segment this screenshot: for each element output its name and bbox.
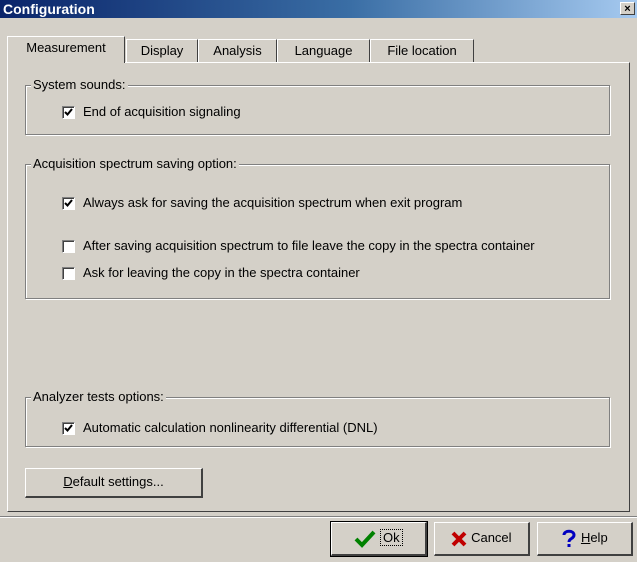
checkmark-icon bbox=[354, 530, 376, 548]
tab-measurement[interactable]: Measurement bbox=[7, 36, 125, 63]
system-sounds-title: System sounds: bbox=[31, 77, 128, 93]
cancel-button[interactable]: Cancel bbox=[434, 522, 530, 556]
checkmark-icon bbox=[64, 199, 73, 207]
tab-analysis[interactable]: Analysis bbox=[198, 39, 277, 62]
tab-language[interactable]: Language bbox=[277, 39, 370, 62]
close-icon: × bbox=[624, 3, 631, 15]
checkbox-box[interactable] bbox=[62, 422, 75, 435]
checkmark-icon bbox=[64, 108, 73, 116]
checkbox-box[interactable] bbox=[62, 106, 75, 119]
ok-button[interactable]: Ok bbox=[330, 521, 428, 557]
checkbox-box[interactable] bbox=[62, 267, 75, 280]
close-button[interactable]: × bbox=[620, 2, 635, 15]
x-icon bbox=[452, 531, 467, 546]
checkbox-box[interactable] bbox=[62, 197, 75, 210]
default-settings-button[interactable]: Default settings... bbox=[25, 468, 203, 498]
acquisition-saving-group: Acquisition spectrum saving option: Alwa… bbox=[25, 156, 610, 299]
checkbox-label: After saving acquisition spectrum to fil… bbox=[83, 238, 535, 253]
checkmark-icon bbox=[64, 424, 73, 432]
help-button[interactable]: Help bbox=[537, 522, 633, 556]
footer-separator bbox=[0, 516, 637, 518]
checkbox-label: Automatic calculation nonlinearity diffe… bbox=[83, 420, 378, 435]
question-icon bbox=[562, 529, 576, 547]
checkbox-label: Ask for leaving the copy in the spectra … bbox=[83, 265, 360, 280]
tab-file-location[interactable]: File location bbox=[370, 39, 474, 62]
tab-panel: System sounds: End of acquisition signal… bbox=[7, 62, 630, 512]
checkbox-label: End of acquisition signaling bbox=[83, 104, 241, 119]
checkbox-label: Always ask for saving the acquisition sp… bbox=[83, 195, 463, 210]
title-bar: Configuration × bbox=[0, 0, 637, 18]
acquisition-saving-title: Acquisition spectrum saving option: bbox=[31, 156, 239, 172]
analyzer-tests-title: Analyzer tests options: bbox=[31, 389, 166, 405]
checkbox-box[interactable] bbox=[62, 240, 75, 253]
window-title: Configuration bbox=[3, 1, 95, 17]
tab-display[interactable]: Display bbox=[126, 39, 198, 62]
analyzer-tests-group: Analyzer tests options: Automatic calcul… bbox=[25, 389, 610, 447]
system-sounds-group: System sounds: End of acquisition signal… bbox=[25, 77, 610, 135]
